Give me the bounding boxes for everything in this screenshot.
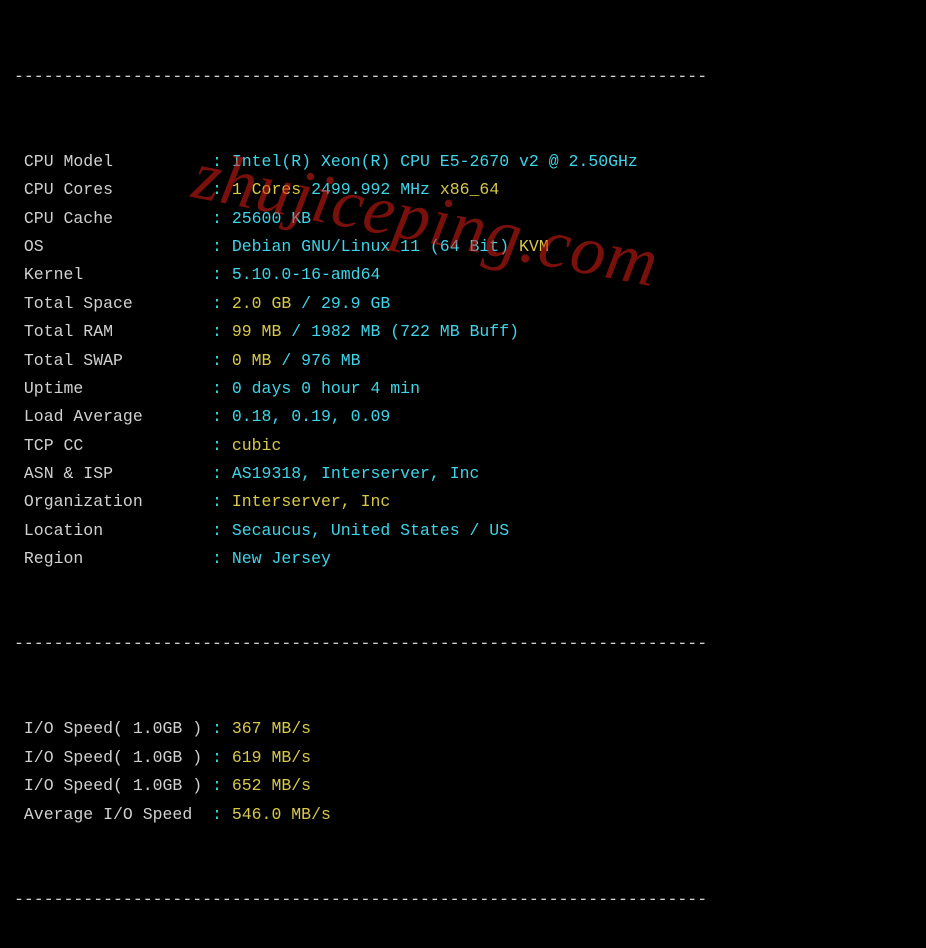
system-info-block: CPU Model : Intel(R) Xeon(R) CPU E5-2670… (14, 148, 912, 574)
row-value: 0 days 0 hour 4 min (222, 379, 420, 398)
row-colon: : (212, 464, 222, 483)
row-colon: : (212, 521, 222, 540)
row-value: x86_64 (440, 180, 499, 199)
divider-bottom: ----------------------------------------… (14, 886, 912, 914)
sysinfo-row-6: Total RAM : 99 MB / 1982 MB (722 MB Buff… (14, 318, 912, 346)
row-value: New Jersey (222, 549, 331, 568)
row-value: 652 MB/s (222, 776, 311, 795)
row-value: 25600 KB (222, 209, 311, 228)
row-label: Total Space (14, 294, 212, 313)
row-value: 1 Cores (222, 180, 311, 199)
row-label: Kernel (14, 265, 212, 284)
sysinfo-row-5: Total Space : 2.0 GB / 29.9 GB (14, 290, 912, 318)
divider-top: ----------------------------------------… (14, 63, 912, 91)
sysinfo-row-10: TCP CC : cubic (14, 432, 912, 460)
row-colon: : (212, 379, 222, 398)
row-value: 0.18, 0.19, 0.09 (222, 407, 390, 426)
sysinfo-row-7: Total SWAP : 0 MB / 976 MB (14, 347, 912, 375)
sysinfo-row-8: Uptime : 0 days 0 hour 4 min (14, 375, 912, 403)
sysinfo-row-14: Region : New Jersey (14, 545, 912, 573)
row-colon: : (212, 180, 222, 199)
row-colon: : (212, 492, 222, 511)
row-value: KVM (519, 237, 549, 256)
row-label: CPU Cores (14, 180, 212, 199)
row-value: / 1982 MB (722 MB Buff) (291, 322, 519, 341)
row-value: 5.10.0-16-amd64 (222, 265, 380, 284)
divider-mid: ----------------------------------------… (14, 630, 912, 658)
io-row-0: I/O Speed( 1.0GB ) : 367 MB/s (14, 715, 912, 743)
io-row-2: I/O Speed( 1.0GB ) : 652 MB/s (14, 772, 912, 800)
row-label: TCP CC (14, 436, 212, 455)
row-colon: : (212, 748, 222, 767)
terminal-output: ----------------------------------------… (0, 0, 926, 948)
sysinfo-row-11: ASN & ISP : AS19318, Interserver, Inc (14, 460, 912, 488)
row-label: Average I/O Speed (14, 805, 212, 824)
row-colon: : (212, 265, 222, 284)
row-colon: : (212, 294, 222, 313)
row-colon: : (212, 152, 222, 171)
sysinfo-row-0: CPU Model : Intel(R) Xeon(R) CPU E5-2670… (14, 148, 912, 176)
row-label: Region (14, 549, 212, 568)
row-colon: : (212, 209, 222, 228)
row-value: 546.0 MB/s (222, 805, 331, 824)
row-value: 99 MB (222, 322, 291, 341)
row-label: Organization (14, 492, 212, 511)
row-colon: : (212, 322, 222, 341)
row-value: Interserver, Inc (222, 492, 390, 511)
row-label: Total SWAP (14, 351, 212, 370)
row-value: cubic (222, 436, 281, 455)
sysinfo-row-13: Location : Secaucus, United States / US (14, 517, 912, 545)
row-value: 0 MB (222, 351, 281, 370)
row-value: / 976 MB (281, 351, 360, 370)
row-value: 619 MB/s (222, 748, 311, 767)
row-label: I/O Speed( 1.0GB ) (14, 719, 212, 738)
row-value: / 29.9 GB (301, 294, 390, 313)
row-value: 2.0 GB (222, 294, 301, 313)
row-label: Load Average (14, 407, 212, 426)
sysinfo-row-4: Kernel : 5.10.0-16-amd64 (14, 261, 912, 289)
row-colon: : (212, 407, 222, 426)
row-label: I/O Speed( 1.0GB ) (14, 776, 212, 795)
row-value: 367 MB/s (222, 719, 311, 738)
row-label: Uptime (14, 379, 212, 398)
row-label: CPU Cache (14, 209, 212, 228)
row-value: Intel(R) Xeon(R) CPU E5-2670 v2 @ 2.50GH… (222, 152, 638, 171)
row-colon: : (212, 805, 222, 824)
sysinfo-row-3: OS : Debian GNU/Linux 11 (64 Bit) KVM (14, 233, 912, 261)
row-value: AS19318, Interserver, Inc (222, 464, 479, 483)
row-value: 2499.992 MHz (311, 180, 440, 199)
io-row-3: Average I/O Speed : 546.0 MB/s (14, 801, 912, 829)
sysinfo-row-2: CPU Cache : 25600 KB (14, 205, 912, 233)
row-colon: : (212, 351, 222, 370)
row-label: OS (14, 237, 212, 256)
row-label: ASN & ISP (14, 464, 212, 483)
sysinfo-row-1: CPU Cores : 1 Cores 2499.992 MHz x86_64 (14, 176, 912, 204)
sysinfo-row-12: Organization : Interserver, Inc (14, 488, 912, 516)
io-speed-block: I/O Speed( 1.0GB ) : 367 MB/s I/O Speed(… (14, 715, 912, 829)
io-row-1: I/O Speed( 1.0GB ) : 619 MB/s (14, 744, 912, 772)
row-label: CPU Model (14, 152, 212, 171)
row-colon: : (212, 719, 222, 738)
row-value: Secaucus, United States / US (222, 521, 509, 540)
row-label: Total RAM (14, 322, 212, 341)
sysinfo-row-9: Load Average : 0.18, 0.19, 0.09 (14, 403, 912, 431)
row-colon: : (212, 776, 222, 795)
row-colon: : (212, 436, 222, 455)
row-label: I/O Speed( 1.0GB ) (14, 748, 212, 767)
row-colon: : (212, 549, 222, 568)
row-value: Debian GNU/Linux 11 (64 Bit) (222, 237, 519, 256)
row-label: Location (14, 521, 212, 540)
row-colon: : (212, 237, 222, 256)
